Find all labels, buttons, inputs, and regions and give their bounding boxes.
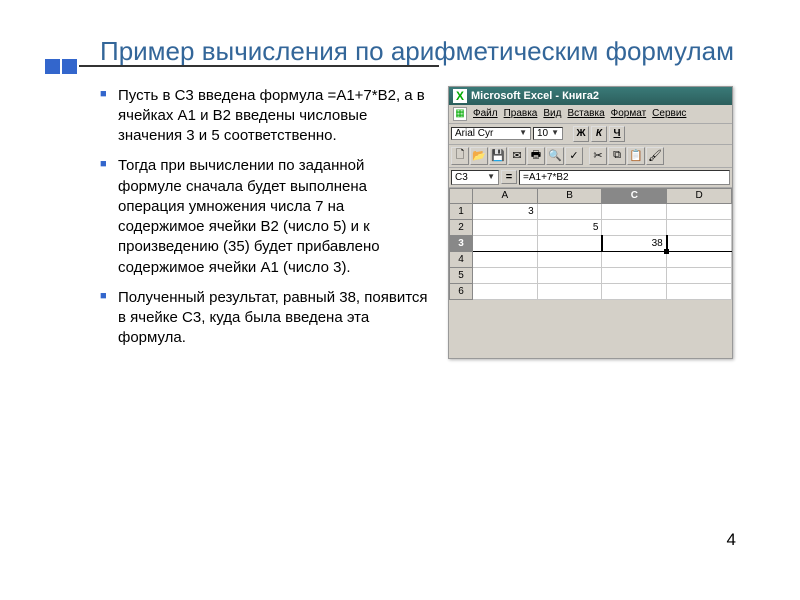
cell-d5[interactable] bbox=[667, 267, 732, 283]
excel-window: X Microsoft Excel - Книга2 ▦ Файл Правка… bbox=[448, 86, 733, 359]
name-box-value: C3 bbox=[455, 172, 468, 183]
table-row: 1 3 bbox=[450, 203, 732, 219]
cell-d4[interactable] bbox=[667, 251, 732, 267]
slide: Пример вычисления по арифметическим форм… bbox=[0, 0, 800, 600]
name-box[interactable]: C3 ▼ bbox=[451, 170, 499, 185]
document-icon[interactable]: ▦ bbox=[453, 107, 467, 121]
underline-button[interactable]: Ч bbox=[609, 126, 625, 142]
cell-c6[interactable] bbox=[602, 283, 667, 299]
cell-c1[interactable] bbox=[602, 203, 667, 219]
cell-b1[interactable] bbox=[537, 203, 602, 219]
bullet-list: Пусть в С3 введена формула =А1+7*В2, а в… bbox=[100, 86, 430, 359]
list-item: Полученный результат, равный 38, появитс… bbox=[100, 288, 430, 349]
window-title: Microsoft Excel - Книга2 bbox=[471, 90, 599, 102]
copy-icon[interactable]: ⧉ bbox=[608, 147, 626, 165]
cell-b6[interactable] bbox=[537, 283, 602, 299]
col-header-b[interactable]: B bbox=[537, 188, 602, 203]
table-row: 5 bbox=[450, 267, 732, 283]
menu-format[interactable]: Формат bbox=[611, 108, 647, 119]
chevron-down-icon: ▼ bbox=[551, 128, 559, 139]
row-header[interactable]: 6 bbox=[450, 283, 473, 299]
menu-edit[interactable]: Правка bbox=[504, 108, 538, 119]
font-size-selector[interactable]: 10 ▼ bbox=[533, 127, 563, 140]
cell-a1[interactable]: 3 bbox=[472, 203, 537, 219]
cell-a5[interactable] bbox=[472, 267, 537, 283]
table-row: 4 bbox=[450, 251, 732, 267]
select-all-corner[interactable] bbox=[450, 188, 473, 203]
open-icon[interactable]: 📂 bbox=[470, 147, 488, 165]
menu-view[interactable]: Вид bbox=[543, 108, 561, 119]
chevron-down-icon: ▼ bbox=[487, 172, 495, 183]
bold-button[interactable]: Ж bbox=[573, 126, 589, 142]
cell-a2[interactable] bbox=[472, 219, 537, 235]
excel-icon: X bbox=[453, 89, 467, 103]
format-painter-icon[interactable]: 🖌 bbox=[646, 147, 664, 165]
formula-input[interactable]: =A1+7*B2 bbox=[519, 170, 730, 185]
cell-a6[interactable] bbox=[472, 283, 537, 299]
content-row: Пусть в С3 введена формула =А1+7*В2, а в… bbox=[100, 86, 750, 359]
preview-icon[interactable]: 🔍 bbox=[546, 147, 564, 165]
cell-d6[interactable] bbox=[667, 283, 732, 299]
cell-c4[interactable] bbox=[602, 251, 667, 267]
table-row: 6 bbox=[450, 283, 732, 299]
list-item: Пусть в С3 введена формула =А1+7*В2, а в… bbox=[100, 86, 430, 147]
row-header[interactable]: 3 bbox=[450, 235, 473, 251]
paste-icon[interactable]: 📋 bbox=[627, 147, 645, 165]
menu-insert[interactable]: Вставка bbox=[567, 108, 604, 119]
cut-icon[interactable]: ✂ bbox=[589, 147, 607, 165]
col-header-d[interactable]: D bbox=[667, 188, 732, 203]
italic-button[interactable]: К bbox=[591, 126, 607, 142]
table-row: 3 38 bbox=[450, 235, 732, 251]
cell-c2[interactable] bbox=[602, 219, 667, 235]
standard-toolbar: 🗋 📂 💾 ✉ 🖶 🔍 ✓ ✂ ⧉ 📋 🖌 bbox=[449, 145, 732, 168]
formula-bar: C3 ▼ = =A1+7*B2 bbox=[449, 168, 732, 188]
menu-bar[interactable]: ▦ Файл Правка Вид Вставка Формат Сервис bbox=[449, 105, 732, 124]
col-header-a[interactable]: A bbox=[472, 188, 537, 203]
font-value: Arial Cyr bbox=[455, 128, 493, 139]
list-item: Тогда при вычислении по заданной формуле… bbox=[100, 156, 430, 278]
mail-icon[interactable]: ✉ bbox=[508, 147, 526, 165]
cell-b3[interactable] bbox=[537, 235, 602, 251]
spellcheck-icon[interactable]: ✓ bbox=[565, 147, 583, 165]
chevron-down-icon: ▼ bbox=[519, 128, 527, 139]
font-selector[interactable]: Arial Cyr ▼ bbox=[451, 127, 531, 140]
spreadsheet-grid[interactable]: A B C D 1 3 2 5 bbox=[449, 188, 732, 300]
cell-c5[interactable] bbox=[602, 267, 667, 283]
cell-a4[interactable] bbox=[472, 251, 537, 267]
row-header[interactable]: 5 bbox=[450, 267, 473, 283]
title-decoration bbox=[45, 59, 439, 74]
menu-tools[interactable]: Сервис bbox=[652, 108, 686, 119]
row-header[interactable]: 4 bbox=[450, 251, 473, 267]
row-header[interactable]: 1 bbox=[450, 203, 473, 219]
new-icon[interactable]: 🗋 bbox=[451, 147, 469, 165]
column-header-row: A B C D bbox=[450, 188, 732, 203]
row-header[interactable]: 2 bbox=[450, 219, 473, 235]
page-number: 4 bbox=[727, 530, 736, 550]
size-value: 10 bbox=[537, 128, 548, 139]
cell-d2[interactable] bbox=[667, 219, 732, 235]
cell-b2[interactable]: 5 bbox=[537, 219, 602, 235]
print-icon[interactable]: 🖶 bbox=[527, 147, 545, 165]
col-header-c[interactable]: C bbox=[602, 188, 667, 203]
cell-b4[interactable] bbox=[537, 251, 602, 267]
table-row: 2 5 bbox=[450, 219, 732, 235]
menu-file[interactable]: Файл bbox=[473, 108, 498, 119]
title-block: Пример вычисления по арифметическим форм… bbox=[100, 35, 750, 68]
cell-a3[interactable] bbox=[472, 235, 537, 251]
equals-button[interactable]: = bbox=[501, 170, 517, 184]
format-toolbar: Arial Cyr ▼ 10 ▼ Ж К Ч bbox=[449, 124, 732, 145]
save-icon[interactable]: 💾 bbox=[489, 147, 507, 165]
deco-square bbox=[45, 59, 60, 74]
deco-line bbox=[79, 65, 439, 67]
deco-square bbox=[62, 59, 77, 74]
cell-c3[interactable]: 38 bbox=[602, 235, 667, 251]
window-titlebar: X Microsoft Excel - Книга2 bbox=[449, 87, 732, 105]
cell-d3[interactable] bbox=[667, 235, 732, 251]
cell-b5[interactable] bbox=[537, 267, 602, 283]
cell-d1[interactable] bbox=[667, 203, 732, 219]
